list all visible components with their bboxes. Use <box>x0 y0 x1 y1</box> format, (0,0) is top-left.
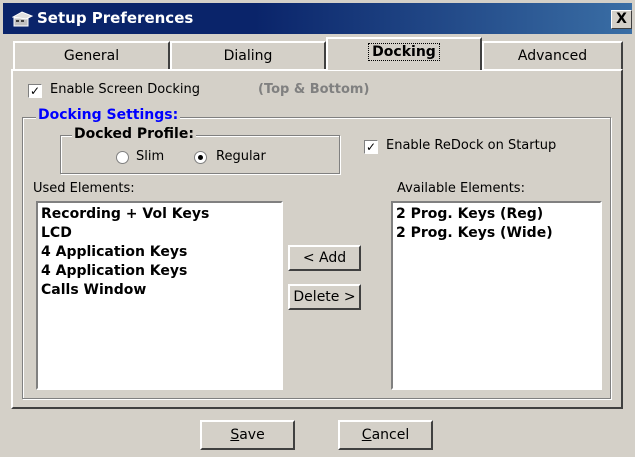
window-title: Setup Preferences <box>37 9 194 27</box>
cancel-button[interactable]: Cancel <box>338 420 433 450</box>
docking-settings-title: Docking Settings: <box>36 107 181 123</box>
save-button-mnemonic: S <box>230 427 240 443</box>
available-elements-label: Available Elements: <box>397 181 525 196</box>
used-elements-label: Used Elements: <box>33 181 135 196</box>
enable-redock-checkbox[interactable]: ✓ <box>364 140 378 154</box>
setup-preferences-window: Setup Preferences X General Dialing Dock… <box>0 0 635 457</box>
list-item[interactable]: LCD <box>41 224 278 243</box>
delete-button[interactable]: Delete > <box>288 284 361 310</box>
list-item[interactable]: 4 Application Keys <box>41 243 278 262</box>
regular-radio[interactable] <box>194 151 207 164</box>
slim-radio[interactable] <box>116 151 129 164</box>
cancel-button-mnemonic: C <box>361 427 372 443</box>
save-button[interactable]: Save <box>200 420 295 450</box>
tab-general-label: General <box>63 48 120 64</box>
tab-docking[interactable]: Docking <box>326 37 482 70</box>
radio-selected-dot <box>198 155 203 160</box>
list-item[interactable]: 2 Prog. Keys (Wide) <box>396 224 597 243</box>
tab-dialing[interactable]: Dialing <box>170 41 326 69</box>
docked-profile-title: Docked Profile: <box>72 126 196 142</box>
slim-radio-label: Slim <box>136 149 165 164</box>
list-item[interactable]: Calls Window <box>41 281 278 300</box>
tab-advanced-label: Advanced <box>517 48 588 64</box>
used-elements-list[interactable]: Recording + Vol Keys LCD 4 Application K… <box>36 201 283 390</box>
available-elements-list[interactable]: 2 Prog. Keys (Reg) 2 Prog. Keys (Wide) <box>391 201 602 390</box>
regular-radio-label: Regular <box>216 149 266 164</box>
enable-screen-docking-label: Enable Screen Docking <box>50 82 200 97</box>
tab-advanced[interactable]: Advanced <box>482 41 623 69</box>
add-button[interactable]: < Add <box>288 245 361 271</box>
save-button-label-rest: ave <box>239 427 265 443</box>
enable-redock-label: Enable ReDock on Startup <box>386 138 557 153</box>
list-item[interactable]: Recording + Vol Keys <box>41 205 278 224</box>
phone-app-icon <box>12 11 34 27</box>
close-button[interactable]: X <box>611 10 632 29</box>
tab-docking-label: Docking <box>368 43 440 61</box>
list-item[interactable]: 2 Prog. Keys (Reg) <box>396 205 597 224</box>
list-item[interactable]: 4 Application Keys <box>41 262 278 281</box>
tab-general[interactable]: General <box>13 41 170 69</box>
enable-screen-docking-checkbox[interactable]: ✓ <box>28 84 42 98</box>
docking-position-hint: (Top & Bottom) <box>258 82 370 97</box>
tab-dialing-label: Dialing <box>223 48 273 64</box>
cancel-button-label-rest: ancel <box>371 427 410 443</box>
title-bar[interactable]: Setup Preferences X <box>3 3 632 34</box>
